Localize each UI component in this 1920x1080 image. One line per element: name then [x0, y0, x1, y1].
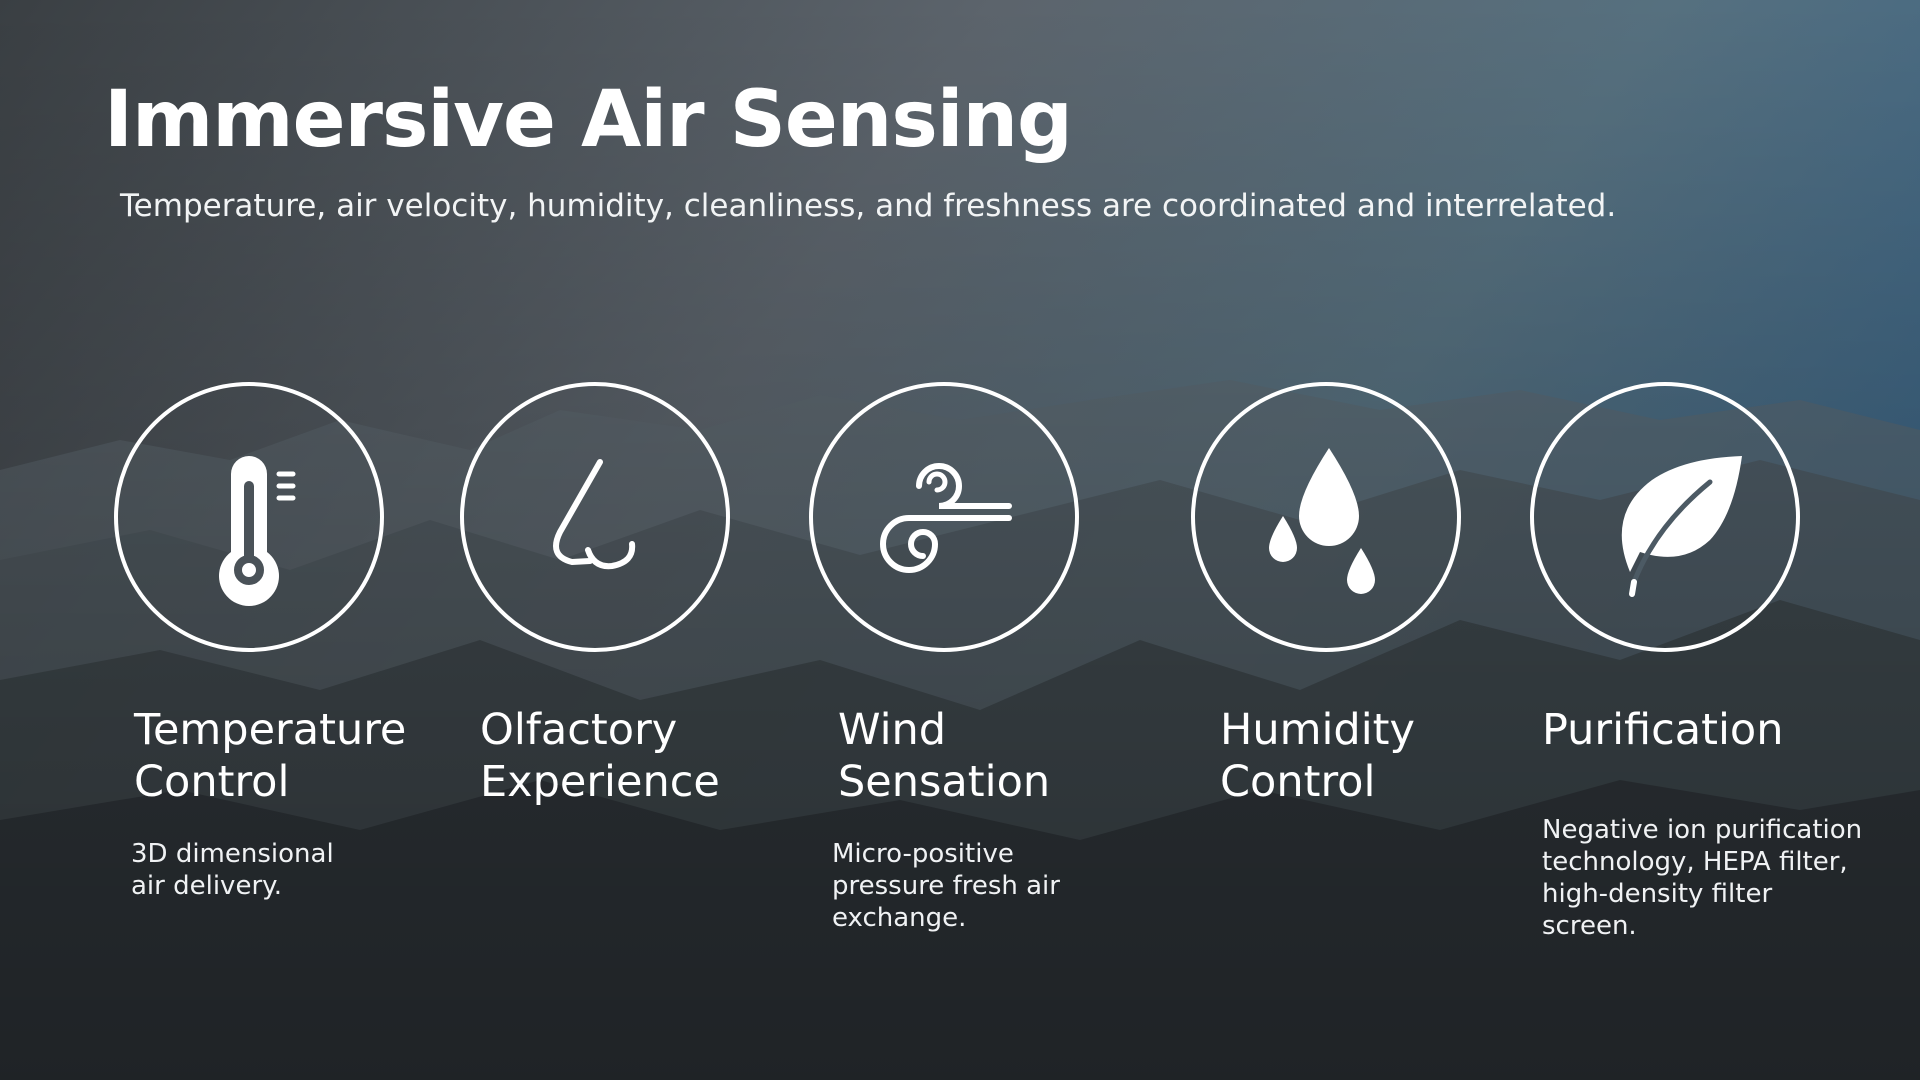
feature-desc-line: 3D dimensional	[131, 839, 334, 869]
feature-circle-humidity	[1191, 382, 1461, 652]
feature-label-line: Humidity	[1220, 705, 1415, 755]
feature-circle-temperature	[114, 382, 384, 652]
page-title: Immersive Air Sensing	[104, 75, 1073, 165]
feature-circle-wind	[809, 382, 1079, 652]
feature-label-olfactory: Olfactory Experience	[480, 704, 810, 808]
feature-label-line: Wind	[838, 705, 947, 755]
feature-desc-line: screen.	[1542, 911, 1637, 941]
feature-desc-line: pressure fresh air	[832, 871, 1060, 901]
feature-desc-purification: Negative ion purification technology, HE…	[1542, 814, 1862, 942]
feature-circle-olfactory	[460, 382, 730, 652]
feature-label-wind: Wind Sensation	[838, 704, 1168, 808]
water-drops-icon	[1269, 448, 1375, 594]
feature-label-line: Control	[134, 757, 290, 807]
feature-label-purification: Purification	[1542, 704, 1872, 756]
feature-label-humidity: Humidity Control	[1220, 704, 1550, 808]
feature-label-line: Sensation	[838, 757, 1051, 807]
feature-label-line: Experience	[480, 757, 720, 807]
feature-circle-purification	[1530, 382, 1800, 652]
feature-desc-temperature: 3D dimensional air delivery.	[131, 838, 334, 902]
feature-desc-line: air delivery.	[131, 871, 283, 901]
feature-label-line: Purification	[1542, 705, 1784, 755]
feature-desc-line: Negative ion purification	[1542, 815, 1863, 845]
feature-desc-line: high-density filter	[1542, 879, 1773, 909]
nose-icon	[553, 459, 636, 570]
thermometer-icon	[219, 456, 296, 606]
feature-desc-line: Micro-positive	[832, 839, 1014, 869]
feature-desc-line: exchange.	[832, 903, 967, 933]
feature-label-temperature: Temperature Control	[134, 704, 464, 808]
feature-label-line: Olfactory	[480, 705, 678, 755]
feature-desc-wind: Micro-positive pressure fresh air exchan…	[832, 838, 1060, 934]
feature-desc-line: technology, HEPA filter,	[1542, 847, 1848, 877]
leaf-icon	[1621, 456, 1742, 597]
feature-label-line: Control	[1220, 757, 1376, 807]
wind-icon	[880, 463, 1012, 573]
page-subtitle: Temperature, air velocity, humidity, cle…	[120, 188, 1617, 224]
feature-label-line: Temperature	[134, 705, 407, 755]
